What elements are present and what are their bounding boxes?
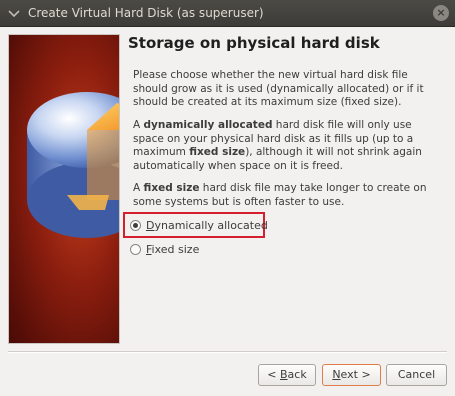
window-titlebar[interactable]: Create Virtual Hard Disk (as superuser) …: [0, 0, 455, 27]
hard-disk-pie-icon: [8, 34, 120, 344]
cancel-button[interactable]: Cancel: [386, 364, 447, 386]
fixed-size-label[interactable]: Fixed size: [146, 243, 199, 256]
dynamically-allocated-label[interactable]: Dynamically allocated: [146, 219, 268, 232]
button-separator: [8, 351, 447, 353]
dynamically-allocated-option[interactable]: Dynamically allocated: [130, 219, 268, 232]
page-title: Storage on physical hard disk: [128, 34, 380, 52]
window-title: Create Virtual Hard Disk (as superuser): [28, 6, 264, 20]
dynamically-allocated-radio[interactable]: [130, 220, 141, 231]
next-button[interactable]: Next >: [322, 364, 381, 386]
window-menu-icon[interactable]: [8, 7, 20, 19]
back-button[interactable]: < Back: [258, 364, 316, 386]
fixed-description: A fixed size hard disk file may take lon…: [133, 182, 427, 208]
fixed-size-option[interactable]: Fixed size: [130, 243, 199, 256]
fixed-size-radio[interactable]: [130, 244, 141, 255]
intro-text: Please choose whether the new virtual ha…: [133, 69, 424, 108]
close-icon[interactable]: ×: [433, 5, 449, 21]
dynamic-description: A dynamically allocated hard disk file w…: [133, 119, 422, 172]
